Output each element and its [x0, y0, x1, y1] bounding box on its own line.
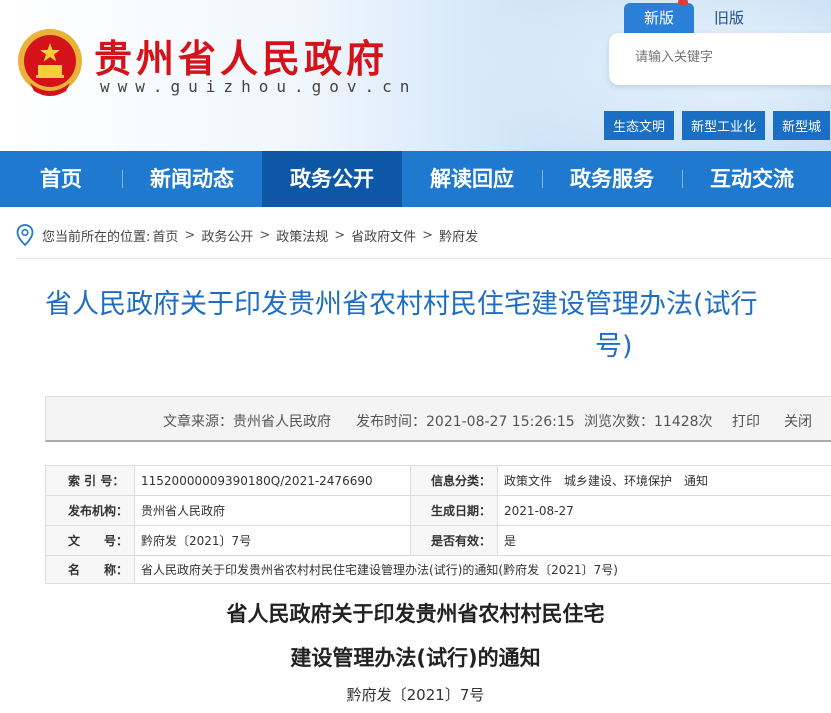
new-badge-icon [678, 0, 688, 5]
article-info-bar: 文章来源：贵州省人民政府 发布时间：2021-08-27 15:26:15 浏览… [45, 396, 831, 442]
nav-item-services[interactable]: 政务服务 [542, 151, 682, 207]
table-row: 发布机构： 贵州省人民政府 生成日期： 2021-08-27 [44, 495, 831, 526]
nav-item-gov-affairs[interactable]: 政务公开 [262, 151, 402, 207]
meta-label: 索 引 号： [44, 465, 136, 496]
version-tabs: 新版 旧版 [624, 0, 764, 33]
site-header: 贵州省人民政府 www.guizhou.gov.cn 新版 旧版 生态文明 新型… [0, 0, 831, 151]
page-title: 省人民政府关于印发贵州省农村村民住宅建设管理办法(试行 [45, 289, 758, 320]
nav-item-interpretation[interactable]: 解读回应 [402, 151, 542, 207]
tab-old-version-label: 旧版 [713, 9, 744, 27]
nav-item-home[interactable]: 首页 [0, 151, 122, 207]
meta-value: 政策文件 城乡建设、环境保护 通知 [497, 465, 831, 496]
table-row: 索 引 号： 11520000009390180Q/2021-2476690 信… [44, 465, 831, 496]
breadcrumb-prefix: 您当前所在的位置: [42, 229, 151, 245]
breadcrumb-home[interactable]: 首页 [152, 226, 178, 245]
meta-value: 黔府发〔2021〕7号 [134, 525, 412, 556]
meta-label: 信息分类： [410, 465, 499, 496]
page-title-continued: 号) [595, 331, 633, 362]
quick-link-urbanization[interactable]: 新型城 [773, 111, 831, 140]
document-heading-line1: 省人民政府关于印发贵州省农村村民住宅 [226, 602, 605, 626]
tab-old-version[interactable]: 旧版 [694, 3, 764, 33]
quick-links: 生态文明 新型工业化 新型城 [604, 111, 831, 140]
search-box [609, 33, 831, 85]
location-pin-icon [16, 224, 34, 246]
breadcrumb-provincial-docs[interactable]: 省政府文件 [351, 226, 416, 245]
breadcrumb: 您当前所在的位置: 首页 > 政务公开 > 政策法规 > 省政府文件 > 黔府发 [16, 220, 831, 250]
meta-value: 2021-08-27 [497, 495, 831, 526]
main-nav: 首页 新闻动态 政务公开 解读回应 政务服务 互动交流 [0, 151, 831, 207]
meta-value: 贵州省人民政府 [134, 495, 412, 526]
chevron-right-icon: > [334, 227, 346, 243]
table-row: 名 称： 省人民政府关于印发贵州省农村村民住宅建设管理办法(试行)的通知(黔府发… [44, 555, 831, 584]
document-number: 黔府发〔2021〕7号 [346, 686, 485, 704]
close-button[interactable]: 关闭 [784, 411, 812, 431]
article-source: 文章来源：贵州省人民政府 [163, 414, 331, 430]
nav-item-news[interactable]: 新闻动态 [122, 151, 262, 207]
national-emblem-icon [18, 29, 82, 96]
chevron-right-icon: > [259, 227, 271, 243]
breadcrumb-gov-affairs[interactable]: 政务公开 [201, 226, 253, 245]
document-heading-line2: 建设管理办法(试行)的通知 [290, 646, 541, 670]
tab-new-version-label: 新版 [643, 9, 674, 27]
search-input[interactable] [633, 49, 827, 66]
publish-time: 发布时间：2021-08-27 15:26:15 [356, 414, 575, 430]
meta-label: 名 称： [44, 555, 136, 584]
meta-label: 生成日期： [410, 495, 499, 526]
site-url: www.guizhou.gov.cn [100, 77, 418, 96]
print-button[interactable]: 打印 [732, 411, 760, 431]
quick-link-ecology[interactable]: 生态文明 [604, 111, 675, 140]
site-title[interactable]: 贵州省人民政府 [94, 28, 388, 83]
document-meta-table: 索 引 号： 11520000009390180Q/2021-2476690 信… [44, 465, 831, 584]
meta-value: 是 [497, 525, 831, 556]
breadcrumb-qianfufa[interactable]: 黔府发 [439, 226, 478, 245]
chevron-right-icon: > [184, 227, 196, 243]
meta-label: 是否有效： [410, 525, 499, 556]
view-count: 浏览次数：11428次 [584, 414, 713, 430]
tab-new-version[interactable]: 新版 [624, 0, 694, 33]
nav-item-interaction[interactable]: 互动交流 [682, 151, 822, 207]
table-row: 文 号： 黔府发〔2021〕7号 是否有效： 是 [44, 525, 831, 556]
meta-label: 文 号： [44, 525, 136, 556]
quick-link-industrialization[interactable]: 新型工业化 [682, 111, 766, 140]
divider [16, 258, 831, 259]
meta-label: 发布机构： [44, 495, 136, 526]
breadcrumb-policies[interactable]: 政策法规 [276, 226, 328, 245]
chevron-right-icon: > [422, 227, 434, 243]
meta-value: 省人民政府关于印发贵州省农村村民住宅建设管理办法(试行)的通知(黔府发〔2021… [134, 555, 831, 584]
meta-value: 11520000009390180Q/2021-2476690 [134, 465, 412, 496]
